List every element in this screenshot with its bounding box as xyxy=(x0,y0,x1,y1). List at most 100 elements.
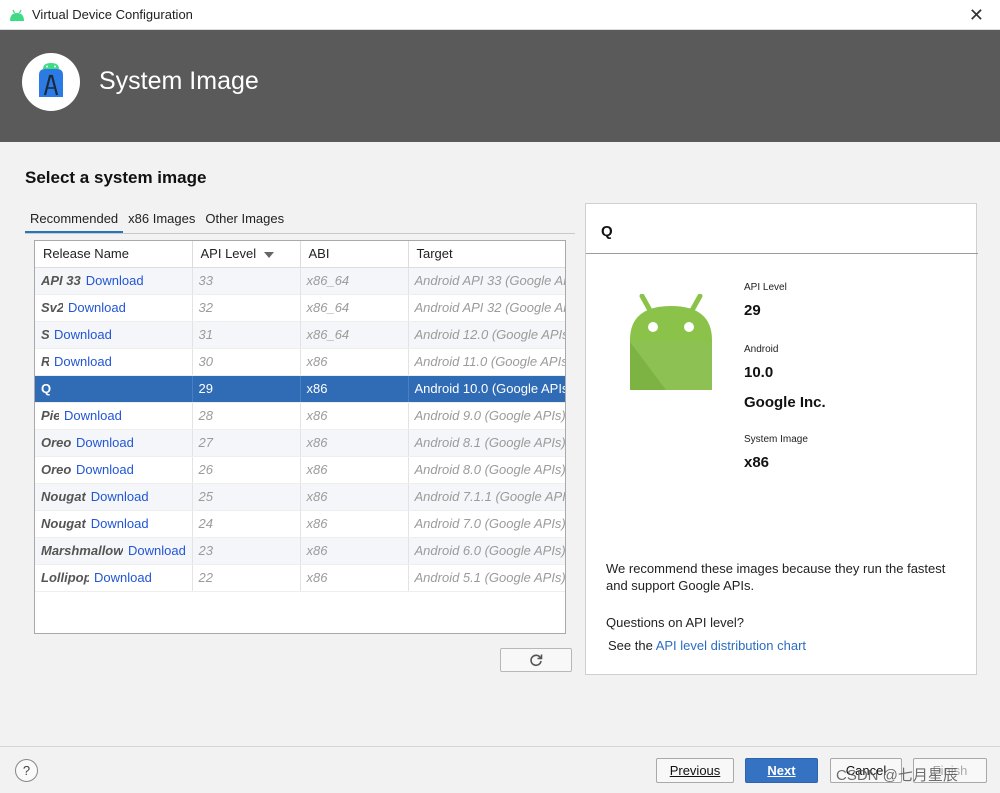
release-name: Nougat xyxy=(41,516,86,531)
api-level-cell: 23 xyxy=(192,537,301,565)
release-name: Q xyxy=(41,381,52,396)
window-title: Virtual Device Configuration xyxy=(32,7,193,22)
api-distribution-link[interactable]: API level distribution chart xyxy=(656,638,806,653)
api-level-cell: 26 xyxy=(192,456,301,484)
abi-cell: x86 xyxy=(300,402,409,430)
release-name-cell: Nougat Download xyxy=(35,510,193,538)
download-link[interactable]: Download xyxy=(86,273,144,288)
target-cell: Android 9.0 (Google APIs) xyxy=(408,402,565,430)
system-image-value: x86 xyxy=(744,454,770,471)
previous-button[interactable]: Previous xyxy=(656,758,734,783)
api-level-cell: 24 xyxy=(192,510,301,538)
abi-cell: x86_64 xyxy=(300,267,409,295)
table-row[interactable]: Nougat Download 25 x86 Android 7.1.1 (Google… xyxy=(35,483,565,511)
api-level-cell: 29 xyxy=(192,375,301,403)
release-name-cell: R Download xyxy=(35,348,193,376)
help-icon: ? xyxy=(22,763,31,778)
footer-divider xyxy=(0,746,1000,747)
abi-cell: x86 xyxy=(300,483,409,511)
table-row[interactable]: Q 29 x86 Android 10.0 (Google APIs) xyxy=(35,375,565,403)
system-image-label: System Image xyxy=(744,434,808,445)
table-row[interactable]: Marshmallow Download 23 x86 Android 6.0 (Goo… xyxy=(35,537,565,565)
abi-cell: x86 xyxy=(300,348,409,376)
api-level-cell: 31 xyxy=(192,321,301,349)
api-level-value: 29 xyxy=(744,302,761,319)
cancel-button[interactable]: Cancel xyxy=(830,758,902,783)
release-name: API 33 xyxy=(41,273,81,288)
download-link[interactable]: Download xyxy=(64,408,122,423)
table-row[interactable]: Oreo Download 27 x86 Android 8.1 (Google API… xyxy=(35,429,565,457)
tabs-divider xyxy=(25,233,575,234)
target-cell: Android 10.0 (Google APIs) xyxy=(408,375,565,403)
abi-cell: x86_64 xyxy=(300,294,409,322)
target-cell: Android 7.0 (Google APIs) xyxy=(408,510,565,538)
release-name-cell: Oreo Download xyxy=(35,456,193,484)
release-name: Pie xyxy=(41,408,59,423)
target-cell: Android 12.0 (Google APIs) xyxy=(408,321,565,349)
detail-title: Q xyxy=(601,223,613,240)
release-name-cell: Lollipop Download xyxy=(35,564,193,592)
recommendation-text: We recommend these images because they r… xyxy=(606,561,946,593)
table-row[interactable]: Lollipop Download 22 x86 Android 5.1 (Google… xyxy=(35,564,565,592)
download-link[interactable]: Download xyxy=(128,543,186,558)
column-release-name[interactable]: Release Name xyxy=(35,241,193,268)
finish-button[interactable]: Finish xyxy=(913,758,987,783)
api-level-label: API Level xyxy=(744,282,787,293)
api-level-cell: 27 xyxy=(192,429,301,457)
release-name: S xyxy=(41,327,49,342)
system-image-table: Release Name API Level ABI Target API 33… xyxy=(34,240,566,634)
table-row[interactable]: Oreo Download 26 x86 Android 8.0 (Google API… xyxy=(35,456,565,484)
refresh-button[interactable] xyxy=(500,648,572,672)
android-studio-icon xyxy=(22,53,80,111)
download-link[interactable]: Download xyxy=(68,300,126,315)
release-name-cell: Nougat Download xyxy=(35,483,193,511)
abi-cell: x86 xyxy=(300,429,409,457)
image-details-panel: Q API Level 29 Android 10.0 Google Inc. … xyxy=(585,203,978,675)
image-tabs: Recommended x86 Images Other Images xyxy=(25,208,289,234)
detail-divider xyxy=(586,253,978,254)
abi-cell: x86 xyxy=(300,537,409,565)
release-name-cell: API 33 Download xyxy=(35,267,193,295)
download-link[interactable]: Download xyxy=(76,462,134,477)
target-cell: Android 8.0 (Google APIs) xyxy=(408,456,565,484)
abi-cell: x86 xyxy=(300,510,409,538)
api-level-cell: 33 xyxy=(192,267,301,295)
download-link[interactable]: Download xyxy=(91,516,149,531)
table-header: Release Name API Level ABI Target xyxy=(35,241,565,268)
android-icon xyxy=(10,9,24,21)
sort-down-icon xyxy=(264,251,275,258)
download-link[interactable]: Download xyxy=(91,489,149,504)
table-row[interactable]: API 33 Download 33 x86_64 Android API 33 (Go… xyxy=(35,267,565,295)
table-row[interactable]: Sv2 Download 32 x86_64 Android API 32 (Googl… xyxy=(35,294,565,322)
api-level-cell: 32 xyxy=(192,294,301,322)
api-level-cell: 25 xyxy=(192,483,301,511)
column-target[interactable]: Target xyxy=(408,241,565,268)
tab-recommended[interactable]: Recommended xyxy=(25,208,124,234)
download-link[interactable]: Download xyxy=(94,570,152,585)
android-robot-icon xyxy=(630,294,712,390)
download-link[interactable]: Download xyxy=(54,327,112,342)
target-cell: Android 11.0 (Google APIs) xyxy=(408,348,565,376)
target-cell: Android API 33 (Google APIs) xyxy=(408,267,565,295)
download-link[interactable]: Download xyxy=(76,435,134,450)
api-level-cell: 22 xyxy=(192,564,301,592)
android-version-value: 10.0 xyxy=(744,364,774,381)
table-row[interactable]: S Download 31 x86_64 Android 12.0 (Google AP… xyxy=(35,321,565,349)
release-name-cell: Q xyxy=(35,375,193,403)
target-cell: Android 5.1 (Google APIs) xyxy=(408,564,565,592)
abi-cell: x86 xyxy=(300,375,409,403)
tab-other-images[interactable]: Other Images xyxy=(200,208,289,234)
tab-x86-images[interactable]: x86 Images xyxy=(123,208,200,234)
help-button[interactable]: ? xyxy=(15,759,38,782)
table-row[interactable]: Pie Download 28 x86 Android 9.0 (Google APIs… xyxy=(35,402,565,430)
table-row[interactable]: R Download 30x86Android 11.0 (Google APIs) xyxy=(35,348,565,376)
table-row[interactable]: Nougat Download 24 x86 Android 7.0 (Google A… xyxy=(35,510,565,538)
release-name: Marshmallow xyxy=(41,543,123,558)
download-link[interactable]: Download xyxy=(54,354,112,369)
next-button[interactable]: Next xyxy=(745,758,818,783)
close-icon[interactable]: ✕ xyxy=(969,5,984,26)
column-abi[interactable]: ABI xyxy=(300,241,409,268)
column-api-level[interactable]: API Level xyxy=(192,241,301,268)
release-name: Oreo xyxy=(41,435,71,450)
release-name: Lollipop xyxy=(41,570,89,585)
